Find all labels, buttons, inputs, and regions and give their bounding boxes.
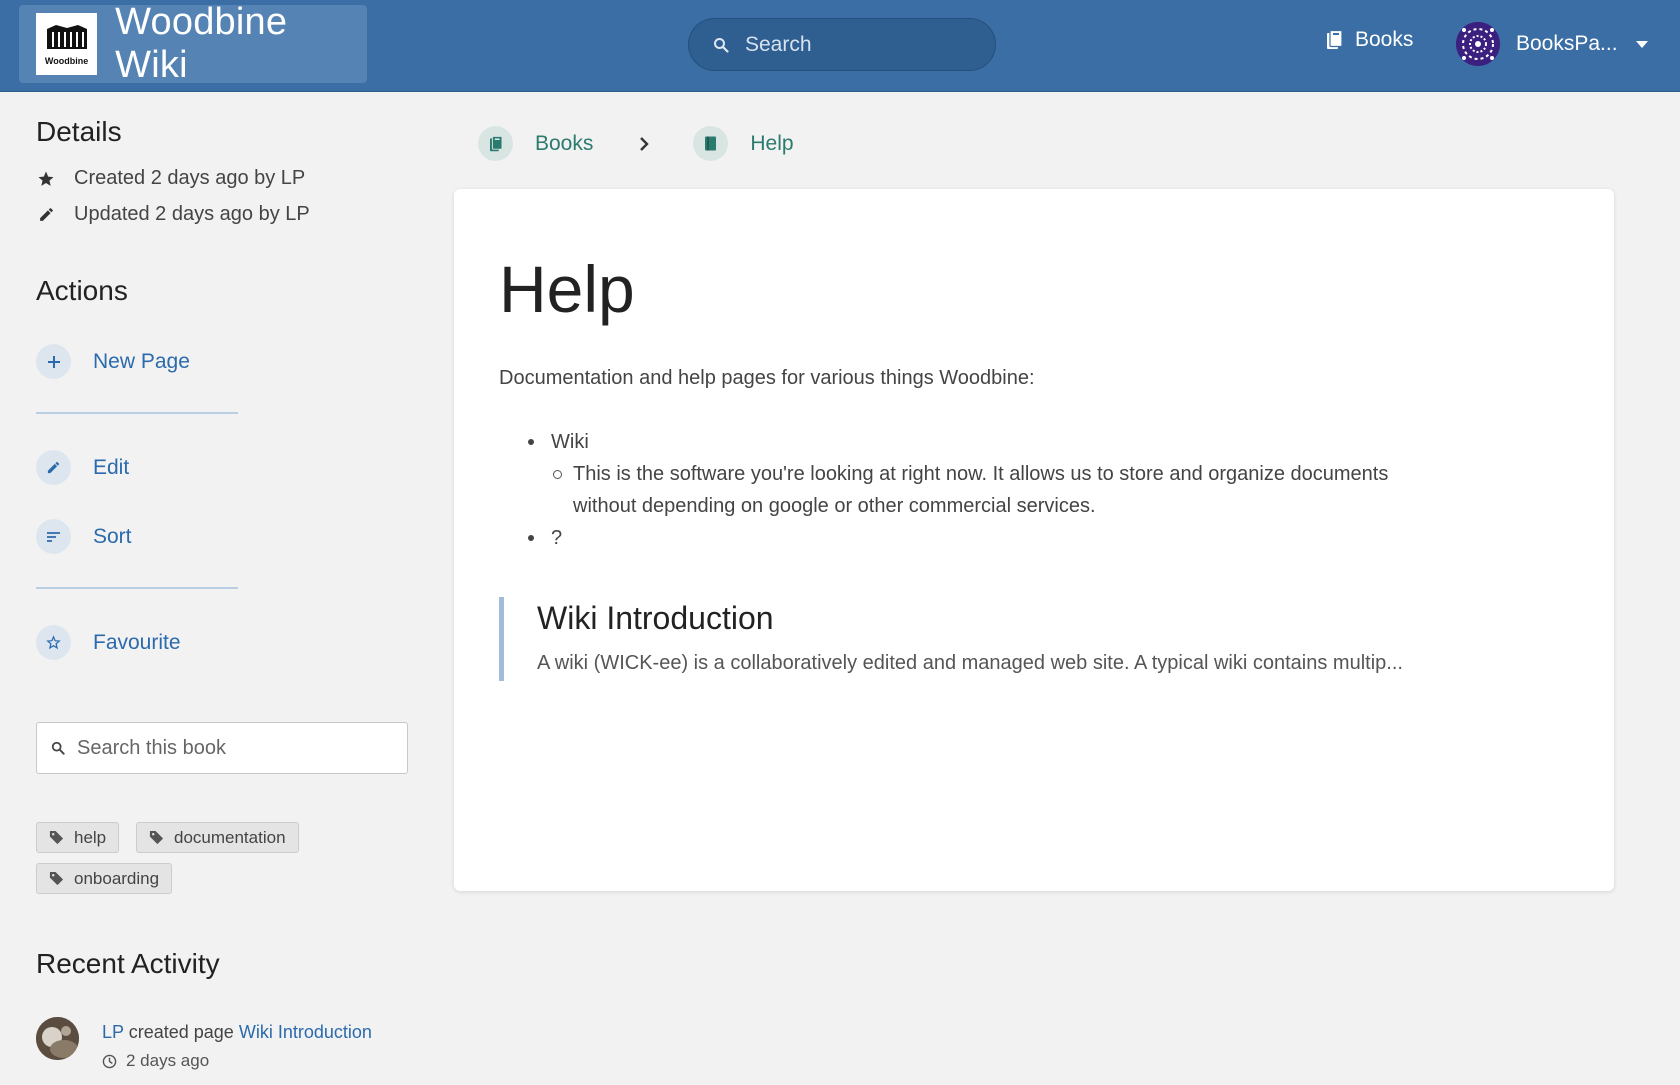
book-description: Documentation and help pages for various… <box>499 367 1035 389</box>
brand-link[interactable]: Woodbine Woodbine Wiki <box>19 1 367 86</box>
actions-heading: Actions <box>36 275 128 306</box>
entity-title[interactable]: Wiki Introduction <box>537 600 1499 637</box>
recent-time-text: 2 days ago <box>126 1051 210 1070</box>
breadcrumb-books-label: Books <box>535 131 594 155</box>
list-item: Wiki <box>499 426 1449 458</box>
created-meta: Created 2 days ago by LP <box>36 167 305 190</box>
tag-documentation[interactable]: documentation <box>136 822 299 853</box>
tag-label: help <box>74 827 107 847</box>
details-heading: Details <box>36 116 122 147</box>
favourite-label: Favourite <box>93 630 181 654</box>
search-icon <box>714 37 729 53</box>
sort-icon <box>36 519 71 554</box>
tag-icon <box>49 830 64 845</box>
search-icon <box>51 741 65 755</box>
recent-action: created page <box>128 1022 234 1042</box>
page-entity-item[interactable]: Wiki Introduction A wiki (WICK-ee) is a … <box>499 597 1499 681</box>
tag-label: onboarding <box>74 868 160 888</box>
nav-books-label: Books <box>1355 28 1414 51</box>
actions-divider <box>36 412 238 414</box>
book-content-card: Help Documentation and help pages for va… <box>454 189 1614 891</box>
plus-icon <box>36 344 71 379</box>
pencil-icon <box>36 450 71 485</box>
tag-label: documentation <box>174 827 286 847</box>
sort-label: Sort <box>93 524 132 548</box>
updated-meta: Updated 2 days ago by LP <box>36 203 310 226</box>
tag-onboarding[interactable]: onboarding <box>36 863 173 894</box>
favourite-button[interactable]: Favourite <box>36 625 181 660</box>
books-icon <box>1327 30 1343 49</box>
top-header: Woodbine Woodbine Wiki Books <box>0 0 1680 92</box>
star-icon <box>36 170 56 188</box>
page-title: Help <box>499 252 635 326</box>
edit-label: Edit <box>93 455 130 479</box>
breadcrumb: Books Help <box>478 126 794 161</box>
user-menu[interactable]: BooksPa... <box>1456 22 1648 66</box>
breadcrumb-current-book[interactable]: Help <box>693 126 794 161</box>
user-name: BooksPa... <box>1516 32 1618 55</box>
recent-page-link[interactable]: Wiki Introduction <box>239 1022 372 1042</box>
book-icon <box>693 126 729 161</box>
recent-activity-heading: Recent Activity <box>36 948 220 979</box>
clock-icon <box>102 1054 117 1069</box>
nav-books-link[interactable]: Books <box>1326 28 1413 52</box>
actions-divider <box>36 587 238 589</box>
sort-button[interactable]: Sort <box>36 519 132 554</box>
list-sub-item: This is the software you're looking at r… <box>499 458 1449 522</box>
woodbine-logo: Woodbine <box>36 13 98 75</box>
chevron-down-icon <box>1635 40 1648 48</box>
books-icon <box>478 126 513 161</box>
pencil-icon <box>36 206 56 223</box>
edit-button[interactable]: Edit <box>36 450 129 485</box>
new-page-label: New Page <box>93 349 190 373</box>
logo-building-icon <box>46 24 87 49</box>
recent-time: 2 days ago <box>102 1051 209 1071</box>
recent-user-link[interactable]: LP <box>102 1022 124 1042</box>
book-search[interactable] <box>36 722 408 774</box>
book-search-input[interactable] <box>77 736 387 760</box>
global-search-input[interactable] <box>745 32 975 57</box>
tag-icon <box>49 871 64 886</box>
tag-help[interactable]: help <box>36 822 120 853</box>
new-page-button[interactable]: New Page <box>36 344 190 379</box>
entity-description: A wiki (WICK-ee) is a collaboratively ed… <box>537 652 1403 674</box>
logo-text: Woodbine <box>44 55 89 66</box>
star-outline-icon <box>36 625 71 660</box>
brand-name: Woodbine Wiki <box>115 1 288 86</box>
chevron-right-icon <box>639 136 650 152</box>
list-item: ? <box>499 522 1449 554</box>
recent-activity-entry: LP created page Wiki Introduction <box>102 1022 372 1043</box>
breadcrumb-books[interactable]: Books <box>478 126 593 161</box>
updated-text: Updated 2 days ago by LP <box>74 203 310 225</box>
user-avatar <box>1456 22 1500 66</box>
avatar <box>36 1017 79 1060</box>
description-list: Wiki This is the software you're looking… <box>499 426 1449 554</box>
tag-icon <box>149 830 164 845</box>
global-search[interactable] <box>688 18 996 71</box>
created-text: Created 2 days ago by LP <box>74 167 306 189</box>
breadcrumb-current-label: Help <box>750 131 794 155</box>
